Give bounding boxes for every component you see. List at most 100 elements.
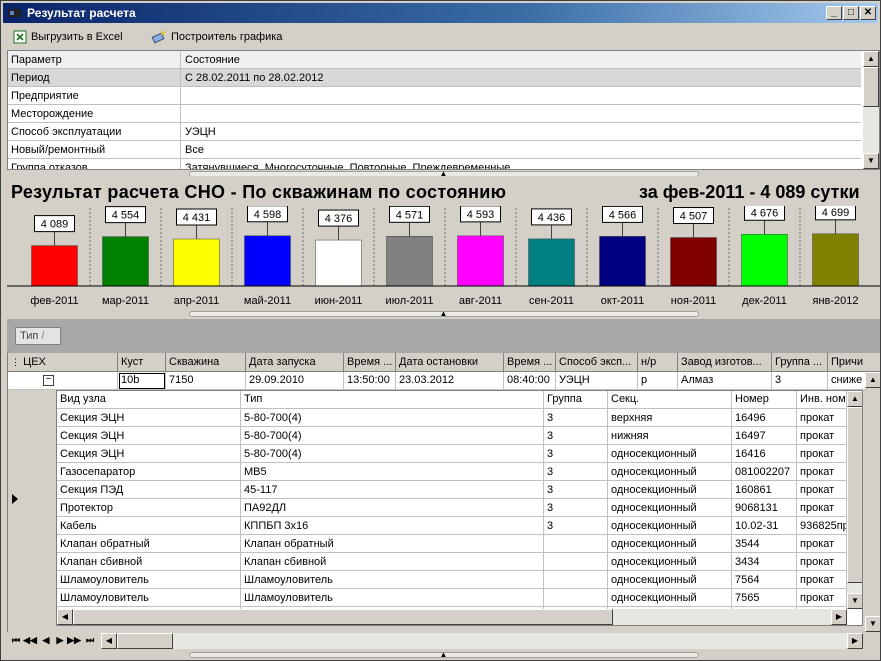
param-row[interactable]: Период С 28.02.2011 по 28.02.2012 bbox=[8, 69, 861, 87]
cell-stop-time[interactable]: 08:40:00 bbox=[504, 372, 556, 390]
cell-start-date[interactable]: 29.09.2010 bbox=[246, 372, 344, 390]
cell-number[interactable]: 16416 bbox=[732, 445, 797, 463]
scroll-down-arrow-icon[interactable]: ▼ bbox=[865, 616, 880, 632]
cell-type[interactable]: Клапан сбивной bbox=[241, 553, 544, 571]
chart-splitter[interactable]: ▲ bbox=[7, 310, 880, 318]
param-row[interactable]: Предприятие bbox=[8, 87, 861, 105]
cell-section[interactable]: односекционный bbox=[608, 535, 732, 553]
col-header[interactable]: Время ... bbox=[344, 353, 396, 372]
cell-number[interactable]: 160861 bbox=[732, 481, 797, 499]
cell-section[interactable]: односекционный bbox=[608, 481, 732, 499]
detail-col-header[interactable]: Вид узла bbox=[57, 391, 241, 409]
component-row[interactable]: Секция ЭЦН 5-80-700(4) 3 верхняя 16496 прокат bbox=[57, 409, 847, 427]
cell-number[interactable]: 081002207 bbox=[732, 463, 797, 481]
cell-well[interactable]: 7150 bbox=[166, 372, 246, 390]
component-row[interactable]: Шламоуловитель Шламоуловитель односекционн… bbox=[57, 571, 847, 589]
cell-type[interactable]: Шламоуловитель bbox=[241, 589, 544, 607]
scroll-up-arrow-icon[interactable]: ▲ bbox=[865, 372, 880, 388]
cell-type[interactable]: 5-80-700(4) bbox=[241, 445, 544, 463]
cell-number[interactable]: 16496 bbox=[732, 409, 797, 427]
cell-cluster[interactable]: 10b bbox=[118, 372, 166, 390]
col-header[interactable]: Куст bbox=[118, 353, 166, 372]
cell-node-kind[interactable]: Газосепаратор bbox=[57, 463, 241, 481]
col-header[interactable]: Время ... bbox=[504, 353, 556, 372]
next-page-icon[interactable]: ▶▶ bbox=[67, 633, 81, 648]
cell-inv-number[interactable]: прокат bbox=[797, 427, 847, 445]
cell-inv-number[interactable]: прокат bbox=[797, 409, 847, 427]
cell-node-kind[interactable]: Шламоуловитель bbox=[57, 571, 241, 589]
chart-builder-button[interactable]: Построитель графика bbox=[151, 28, 282, 45]
cell-section[interactable]: односекционный bbox=[608, 445, 732, 463]
cell-group[interactable]: 3 bbox=[544, 445, 608, 463]
cell-inv-number[interactable]: прокат bbox=[797, 571, 847, 589]
cell-section[interactable]: односекционный bbox=[608, 499, 732, 517]
cell-type[interactable]: МВ5 bbox=[241, 463, 544, 481]
cell-inv-number[interactable]: прокат bbox=[797, 463, 847, 481]
scroll-thumb[interactable] bbox=[847, 407, 862, 583]
cell-number[interactable]: 3434 bbox=[732, 553, 797, 571]
main-hscrollbar[interactable]: ◀ ▶ bbox=[101, 633, 863, 649]
scroll-up-arrow-icon[interactable]: ▲ bbox=[863, 51, 879, 67]
last-record-icon[interactable]: ⏭ bbox=[83, 633, 97, 648]
cell-type[interactable]: КППБП 3х16 bbox=[241, 517, 544, 535]
component-row[interactable]: Секция ПЭД 45-117 3 односекционный 160861 про… bbox=[57, 481, 847, 499]
param-row[interactable]: Способ эксплуатации УЭЦН bbox=[8, 123, 861, 141]
scroll-up-arrow-icon[interactable]: ▲ bbox=[847, 391, 862, 407]
scroll-down-arrow-icon[interactable]: ▼ bbox=[863, 153, 879, 169]
params-scrollbar[interactable]: ▲ ▼ bbox=[863, 51, 879, 169]
cell-section[interactable]: нижняя bbox=[608, 427, 732, 445]
cell-type[interactable]: Шламоуловитель bbox=[241, 571, 544, 589]
scroll-thumb[interactable] bbox=[863, 67, 879, 107]
main-vscrollbar[interactable]: ▲ ▼ bbox=[865, 372, 880, 632]
scroll-right-arrow-icon[interactable]: ▶ bbox=[831, 609, 847, 625]
cell-group[interactable] bbox=[544, 589, 608, 607]
component-row[interactable]: Шламоуловитель Шламоуловитель односекционн… bbox=[57, 589, 847, 607]
cell-node-kind[interactable]: Клапан обратный bbox=[57, 535, 241, 553]
cell-inv-number[interactable]: 936825пр bbox=[797, 517, 847, 535]
cell-number[interactable]: 16497 bbox=[732, 427, 797, 445]
param-row[interactable]: Новый/ремонтный Все bbox=[8, 141, 861, 159]
cell-inv-number[interactable]: прокат bbox=[797, 499, 847, 517]
cell-number[interactable]: 9068131 bbox=[732, 499, 797, 517]
close-button[interactable]: ✕ bbox=[860, 6, 876, 20]
detail-col-header[interactable]: Тип bbox=[241, 391, 544, 409]
cell-inv-number[interactable]: прокат bbox=[797, 445, 847, 463]
cell-type[interactable]: 45-117 bbox=[241, 481, 544, 499]
cell-group[interactable]: 3 bbox=[544, 499, 608, 517]
bottom-splitter[interactable]: ▲ bbox=[7, 651, 880, 659]
scroll-thumb[interactable] bbox=[73, 609, 613, 625]
splitter-grip-icon[interactable]: ▲ bbox=[188, 651, 699, 659]
scroll-right-arrow-icon[interactable]: ▶ bbox=[847, 633, 863, 649]
scroll-left-arrow-icon[interactable]: ◀ bbox=[101, 633, 117, 649]
cell-section[interactable]: односекционный bbox=[608, 589, 732, 607]
cell-group[interactable]: 3 bbox=[544, 463, 608, 481]
collapse-toggle-icon[interactable]: − bbox=[43, 375, 54, 386]
scroll-down-arrow-icon[interactable]: ▼ bbox=[847, 593, 862, 609]
cell-number[interactable]: 3544 bbox=[732, 535, 797, 553]
cell-inv-number[interactable]: прокат bbox=[797, 535, 847, 553]
cell-inv-number[interactable]: прокат bbox=[797, 481, 847, 499]
cell-node-kind[interactable]: Секция ЭЦН bbox=[57, 445, 241, 463]
param-row[interactable]: Группа отказов Затянувшиеся, Многосуточн… bbox=[8, 159, 861, 169]
cell-start-time[interactable]: 13:50:00 bbox=[344, 372, 396, 390]
col-header[interactable]: Дата остановки bbox=[396, 353, 504, 372]
cell-node-kind[interactable]: Секция ЭЦН bbox=[57, 409, 241, 427]
cell-group[interactable] bbox=[544, 553, 608, 571]
cell-group[interactable]: 3 bbox=[772, 372, 828, 390]
cell-stop-date[interactable]: 23.03.2012 bbox=[396, 372, 504, 390]
cell-section[interactable]: односекционный bbox=[608, 553, 732, 571]
param-row[interactable]: Месторождение bbox=[8, 105, 861, 123]
first-record-icon[interactable]: ⏮ bbox=[9, 633, 23, 648]
component-row[interactable]: Протектор ПА92ДЛ 3 односекционный 9068131 про… bbox=[57, 499, 847, 517]
cell-node-kind[interactable]: Секция ПЭД bbox=[57, 481, 241, 499]
detail-vscrollbar[interactable]: ▲ ▼ bbox=[847, 391, 862, 609]
detail-col-header[interactable]: Инв. ном bbox=[797, 391, 847, 409]
component-row[interactable]: Клапан сбивной Клапан сбивной односекционн… bbox=[57, 553, 847, 571]
cell-group[interactable]: 3 bbox=[544, 427, 608, 445]
col-header[interactable]: Причи bbox=[828, 353, 880, 372]
cell-inv-number[interactable]: прокат bbox=[797, 553, 847, 571]
group-chip-type[interactable]: Тип / bbox=[15, 327, 61, 345]
component-row[interactable]: Секция ЭЦН 5-80-700(4) 3 односекционный 1641… bbox=[57, 445, 847, 463]
col-header[interactable]: н/р bbox=[638, 353, 678, 372]
component-row[interactable]: Секция ЭЦН 5-80-700(4) 3 нижняя 16497 прокат bbox=[57, 427, 847, 445]
